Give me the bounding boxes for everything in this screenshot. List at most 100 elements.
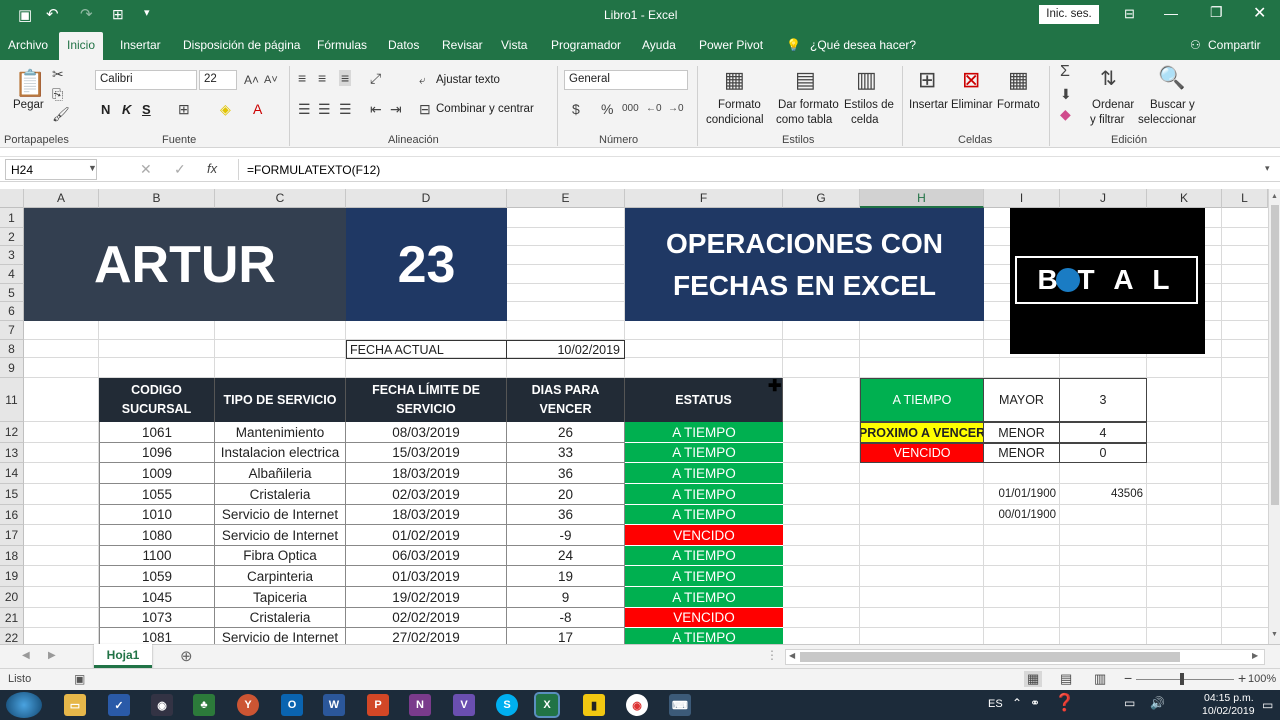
scroll-up-icon[interactable]: ▲: [1271, 193, 1278, 200]
column-header-j[interactable]: J: [1060, 189, 1147, 208]
insert-function-icon[interactable]: fx: [207, 161, 217, 176]
column-header-g[interactable]: G: [783, 189, 860, 208]
autosum-icon[interactable]: Σ: [1060, 64, 1070, 80]
select-all-corner[interactable]: [0, 189, 24, 208]
sign-in-button[interactable]: Inic. ses.: [1039, 5, 1099, 24]
column-header-d[interactable]: D: [346, 189, 507, 208]
ribbon-display-icon[interactable]: ⊟: [1124, 6, 1135, 22]
table-cell-codigo[interactable]: 1081: [99, 628, 215, 644]
table-header[interactable]: TIPO DE SERVICIO: [215, 378, 346, 422]
cell-j15[interactable]: 43506: [1060, 484, 1147, 504]
paste-icon[interactable]: 📋: [14, 68, 46, 98]
table-cell-tipo[interactable]: Albañileria: [215, 463, 346, 484]
taskbar-app-icon[interactable]: ✓: [108, 694, 130, 716]
worksheet-grid[interactable]: 1 2 3 4 5 6 7 8 9 11 12 13 14 15 16 17 18 19 20 21 22 ARTUR 23…: [0, 208, 1268, 644]
tell-me-input[interactable]: ¿Qué desea hacer?: [810, 38, 916, 52]
yandex-icon[interactable]: Y: [237, 694, 259, 716]
legend-condition[interactable]: MAYOR: [984, 378, 1060, 422]
merge-icon[interactable]: ⊟: [419, 101, 431, 117]
shrink-font-icon[interactable]: A˅: [264, 72, 278, 88]
tab-disposicion[interactable]: Disposición de página: [183, 38, 300, 52]
increase-decimal-icon[interactable]: ←0: [646, 101, 662, 117]
table-cell-tipo[interactable]: Cristaleria: [215, 484, 346, 505]
currency-icon[interactable]: $: [572, 101, 580, 117]
borders-icon[interactable]: ⊞: [178, 101, 190, 117]
status-cell[interactable]: VENCIDO: [625, 525, 783, 546]
table-cell-tipo[interactable]: Servicio de Internet: [215, 505, 346, 525]
italic-button[interactable]: K: [122, 102, 131, 117]
cut-icon[interactable]: ✂: [52, 66, 64, 82]
legend-value[interactable]: 3: [1060, 378, 1147, 422]
table-cell-fecha[interactable]: 15/03/2019: [346, 443, 507, 463]
number-format-select[interactable]: General: [564, 70, 688, 90]
insert-button[interactable]: Insertar: [909, 98, 948, 113]
table-header[interactable]: CODIGO SUCURSAL: [99, 378, 215, 422]
status-cell[interactable]: A TIEMPO: [625, 443, 783, 463]
paste-button-label[interactable]: Pegar: [13, 98, 44, 113]
tab-datos[interactable]: Datos: [388, 38, 419, 52]
table-cell-tipo[interactable]: Mantenimiento: [215, 422, 346, 443]
row-header-3[interactable]: 3: [0, 246, 24, 265]
next-sheet-icon[interactable]: ▶: [48, 650, 56, 661]
fill-icon[interactable]: ⬇: [1060, 86, 1072, 102]
column-header-i[interactable]: I: [984, 189, 1060, 208]
fecha-actual-value[interactable]: 10/02/2019: [507, 340, 625, 359]
tab-programador[interactable]: Programador: [551, 38, 621, 52]
cell-styles-icon[interactable]: ▥: [856, 66, 877, 94]
save-icon[interactable]: ▣: [18, 6, 32, 24]
tab-power-pivot[interactable]: Power Pivot: [699, 38, 763, 52]
column-header-l[interactable]: L: [1222, 189, 1268, 208]
sheet-tab-hoja1[interactable]: Hoja1: [94, 644, 152, 668]
table-cell-fecha[interactable]: 19/02/2019: [346, 587, 507, 608]
table-cell-tipo[interactable]: Tapiceria: [215, 587, 346, 608]
align-center-icon[interactable]: ☰: [318, 101, 331, 117]
wrap-text-button[interactable]: Ajustar texto: [436, 73, 500, 88]
horizontal-scrollbar[interactable]: ◀ ▶: [785, 649, 1265, 665]
name-box[interactable]: H24: [5, 159, 97, 180]
sort-filter-icon[interactable]: ⇅: [1100, 66, 1117, 92]
tab-revisar[interactable]: Revisar: [442, 38, 483, 52]
tab-ayuda[interactable]: Ayuda: [642, 38, 676, 52]
status-cell[interactable]: A TIEMPO: [625, 422, 783, 443]
insert-cells-icon[interactable]: ⊞: [918, 66, 936, 94]
zoom-thumb[interactable]: [1180, 673, 1184, 685]
undo-icon[interactable]: ↶: [46, 5, 59, 23]
explorer-icon[interactable]: ▭: [64, 694, 86, 716]
table-cell-fecha[interactable]: 18/03/2019: [346, 505, 507, 525]
table-cell-dias[interactable]: -8: [507, 608, 625, 628]
restore-button[interactable]: ❐: [1210, 4, 1223, 21]
column-header-b[interactable]: B: [99, 189, 215, 208]
row-header-8[interactable]: 8: [0, 340, 24, 358]
table-cell-codigo[interactable]: 1010: [99, 505, 215, 525]
table-cell-codigo[interactable]: 1096: [99, 443, 215, 463]
table-header[interactable]: ESTATUS: [625, 378, 783, 422]
status-cell[interactable]: A TIEMPO: [625, 546, 783, 566]
table-cell-tipo[interactable]: Servicio de Internet: [215, 628, 346, 644]
table-cell-tipo[interactable]: Servicio de Internet: [215, 525, 346, 546]
minimize-button[interactable]: —: [1164, 5, 1178, 21]
redo-icon[interactable]: ↷: [80, 5, 93, 23]
column-header-h[interactable]: H: [860, 189, 984, 208]
column-header-e[interactable]: E: [507, 189, 625, 208]
row-header-17[interactable]: 17: [0, 525, 24, 546]
status-cell[interactable]: A TIEMPO: [625, 587, 783, 608]
bold-button[interactable]: N: [101, 102, 110, 117]
table-cell-tipo[interactable]: Instalacion electrica: [215, 443, 346, 463]
status-cell[interactable]: A TIEMPO: [625, 628, 783, 644]
quick-access-icon[interactable]: ⊞: [112, 6, 124, 23]
banner-number[interactable]: 23: [346, 208, 507, 321]
table-header[interactable]: FECHA LÍMITE DE SERVICIO: [346, 378, 507, 422]
format-painter-icon[interactable]: 🖌: [52, 106, 70, 122]
row-header-7[interactable]: 7: [0, 321, 24, 340]
table-cell-codigo[interactable]: 1009: [99, 463, 215, 484]
h-scroll-thumb[interactable]: [800, 652, 1180, 662]
tab-inicio[interactable]: Inicio: [59, 32, 104, 60]
format-table-label-2[interactable]: como tabla: [776, 113, 832, 128]
tab-vista[interactable]: Vista: [501, 38, 527, 52]
legend-condition[interactable]: MENOR: [984, 443, 1060, 463]
banner-title[interactable]: OPERACIONES CON FECHAS EN EXCEL: [625, 208, 984, 321]
table-cell-dias[interactable]: 20: [507, 484, 625, 505]
sort-filter-label-2[interactable]: y filtrar: [1090, 113, 1125, 128]
increase-indent-icon[interactable]: ⇥: [390, 101, 402, 117]
align-middle-icon[interactable]: ≡: [318, 70, 326, 86]
